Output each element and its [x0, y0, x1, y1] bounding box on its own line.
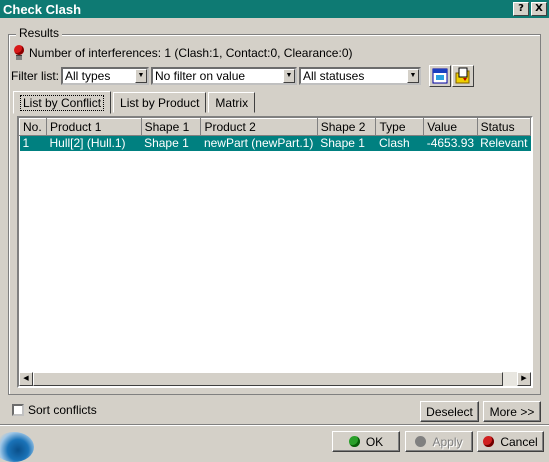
cancel-button[interactable]: Cancel [477, 431, 544, 452]
ok-icon [348, 436, 360, 447]
cell-type: Clash [375, 135, 424, 151]
column-header-no[interactable]: No. [19, 118, 47, 136]
chevron-down-icon: ▼ [407, 69, 419, 83]
cancel-icon [483, 436, 495, 447]
red-light-icon [13, 45, 25, 61]
column-header-shape1[interactable]: Shape 1 [140, 118, 202, 136]
column-header-value[interactable]: Value [423, 118, 478, 136]
column-header-status[interactable]: Status [476, 118, 531, 136]
table-row[interactable]: 1 Hull[2] (Hull.1) Shape 1 newPart (newP… [19, 135, 531, 151]
type-filter-select[interactable]: All types ▼ [61, 67, 149, 85]
ok-button[interactable]: OK [332, 431, 400, 452]
sort-conflicts-checkbox[interactable] [12, 404, 24, 416]
close-button[interactable]: X [531, 2, 547, 16]
conflict-table: No. Product 1 Shape 1 Product 2 Shape 2 … [17, 116, 533, 388]
filter-label: Filter list: [11, 69, 59, 83]
preview-window-button[interactable] [429, 65, 451, 87]
horizontal-scrollbar[interactable]: ◀ ▶ [19, 372, 531, 386]
chevron-down-icon: ▼ [135, 69, 147, 83]
cell-status: Relevant [477, 135, 531, 151]
cell-shape2: Shape 1 [317, 135, 376, 151]
deselect-button[interactable]: Deselect [420, 401, 479, 422]
tab-list-by-product[interactable]: List by Product [113, 92, 207, 113]
tab-bar: List by Conflict List by Product Matrix [13, 91, 257, 114]
apply-button[interactable]: Apply [405, 431, 473, 452]
app-logo [0, 432, 34, 462]
value-filter-select[interactable]: No filter on value ▼ [151, 67, 297, 85]
sort-conflicts[interactable]: Sort conflicts [12, 403, 97, 417]
cell-product2: newPart (newPart.1) [200, 135, 318, 151]
more-button[interactable]: More >> [483, 401, 541, 422]
tab-list-by-conflict[interactable]: List by Conflict [13, 91, 112, 114]
help-button[interactable]: ? [513, 2, 529, 16]
interferences-text: Number of interferences: 1 (Clash:1, Con… [29, 46, 353, 60]
column-header-product2[interactable]: Product 2 [200, 118, 318, 136]
folder-export-icon [455, 67, 470, 84]
cell-no: 1 [19, 135, 47, 151]
column-header-type[interactable]: Type [375, 118, 425, 136]
tab-matrix[interactable]: Matrix [208, 92, 256, 113]
column-header-product1[interactable]: Product 1 [46, 118, 142, 136]
filter-row: Filter list: All types ▼ No filter on va… [11, 67, 421, 85]
separator [0, 424, 549, 426]
window-icon [432, 68, 448, 84]
interferences-status: Number of interferences: 1 (Clash:1, Con… [13, 45, 352, 61]
results-label: Results [16, 26, 63, 40]
export-button[interactable] [452, 65, 474, 87]
title-bar: Check Clash ? X [0, 0, 549, 18]
scroll-left-icon[interactable]: ◀ [19, 372, 33, 386]
cell-value: -4653.93 [423, 135, 478, 151]
scroll-right-icon[interactable]: ▶ [517, 372, 531, 386]
sort-conflicts-label: Sort conflicts [28, 403, 97, 417]
cell-product1: Hull[2] (Hull.1) [46, 135, 142, 151]
cell-shape1: Shape 1 [141, 135, 201, 151]
scrollbar-thumb[interactable] [33, 372, 503, 386]
apply-icon [415, 436, 427, 447]
window-title: Check Clash [3, 1, 82, 17]
column-header-shape2[interactable]: Shape 2 [316, 118, 377, 136]
chevron-down-icon: ▼ [283, 69, 295, 83]
status-filter-select[interactable]: All statuses ▼ [299, 67, 421, 85]
